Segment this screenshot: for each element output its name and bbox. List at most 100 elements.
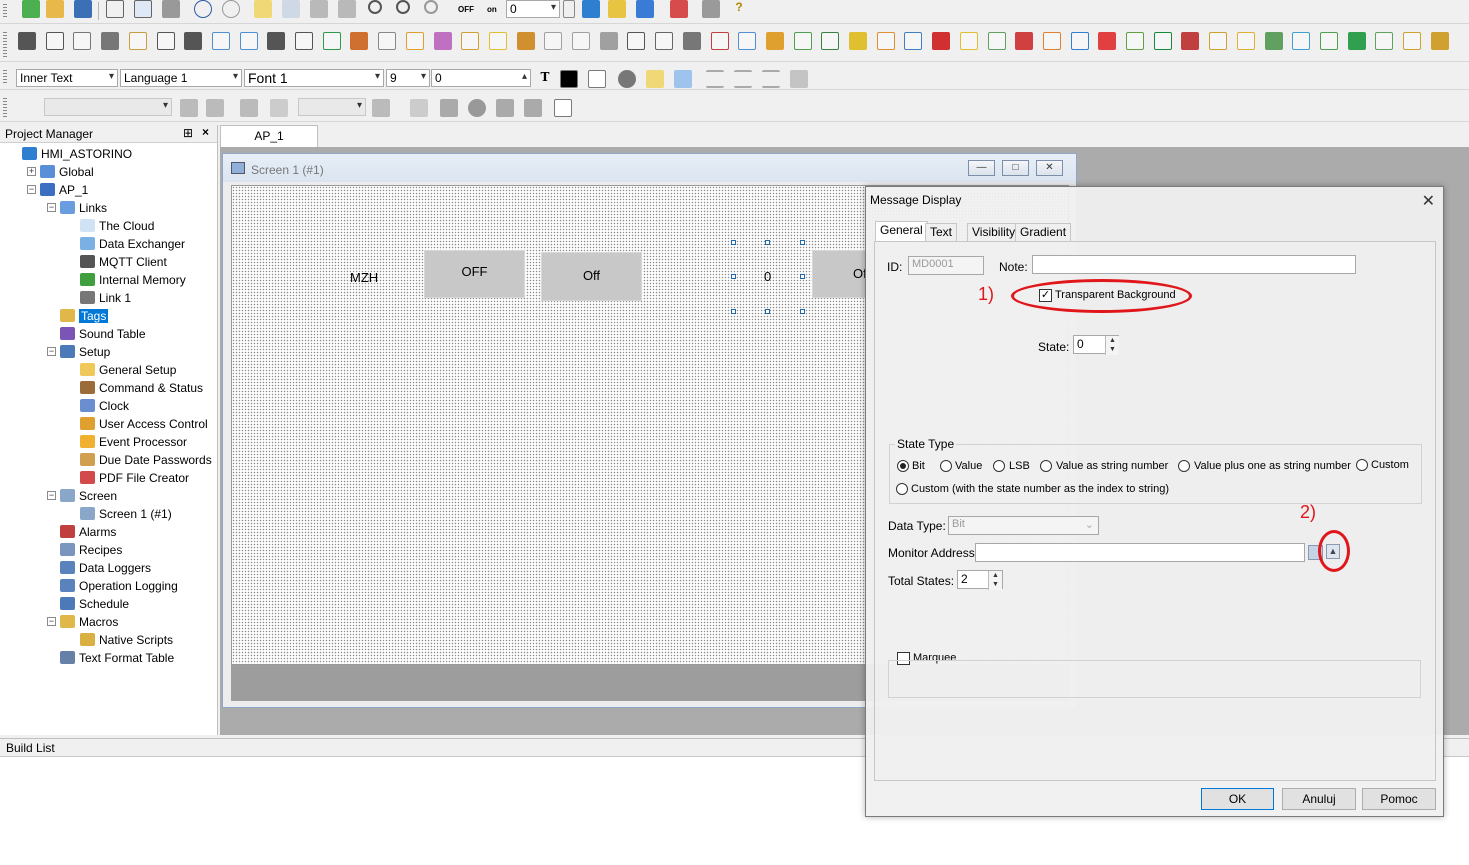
object-tool-icon[interactable] [765, 32, 784, 50]
tree-item[interactable]: Data Loggers [60, 559, 151, 576]
object-tool-icon[interactable] [101, 32, 120, 50]
format-icon-i[interactable] [496, 99, 514, 117]
object-tool-icon[interactable] [18, 32, 36, 50]
paste-icon[interactable] [162, 0, 180, 18]
tab-general[interactable]: General [875, 221, 928, 241]
object-tool-icon[interactable] [211, 32, 230, 50]
tab-visibility[interactable]: Visibility [967, 223, 1021, 241]
object-tool-icon[interactable] [904, 32, 923, 50]
selection-handle[interactable] [765, 240, 770, 245]
format-icon-k[interactable] [554, 99, 572, 117]
selection-handle[interactable] [800, 274, 805, 279]
format-icon-f[interactable] [410, 99, 428, 117]
object-tool-icon[interactable] [876, 32, 895, 50]
tree-item[interactable]: Global [40, 163, 94, 180]
object-tool-icon[interactable] [655, 32, 674, 50]
compile-icon[interactable] [636, 0, 654, 18]
tree-item[interactable]: General Setup [80, 361, 176, 378]
shape-icon[interactable] [618, 70, 636, 88]
format-icon-d[interactable] [270, 99, 288, 117]
selection-handle[interactable] [731, 240, 736, 245]
selection-handle[interactable] [800, 309, 805, 314]
radio-custom-index-label[interactable]: Custom (with the state number as the ind… [911, 483, 1169, 495]
new-project-icon[interactable] [22, 0, 40, 18]
copy-icon[interactable] [134, 0, 152, 18]
object-tool-icon[interactable] [1264, 32, 1283, 50]
format-icon-c[interactable] [240, 99, 258, 117]
tree-item[interactable]: PDF File Creator [80, 469, 189, 486]
format-icon-b[interactable] [206, 99, 224, 117]
tab-ap1[interactable]: AP_1 [220, 125, 318, 147]
object-tool-icon[interactable] [1015, 32, 1034, 50]
object-tool-icon[interactable] [1292, 32, 1311, 50]
tree-item[interactable]: HMI_ASTORINO [22, 145, 132, 162]
object-tool-icon[interactable] [267, 32, 286, 50]
object-tool-icon[interactable] [627, 32, 646, 50]
radio-lsb[interactable] [993, 460, 1005, 472]
object-tool-icon[interactable] [1098, 32, 1117, 50]
selection-handle[interactable] [800, 240, 805, 245]
screen-title-bar[interactable]: Screen 1 (#1) — □ ✕ [223, 154, 1076, 182]
toolbar-grip[interactable] [3, 98, 7, 117]
tree-item[interactable]: Screen [60, 487, 117, 504]
on-state-icon[interactable]: on [487, 5, 497, 14]
toolbar-grip[interactable] [3, 4, 7, 19]
format-icon-g[interactable] [440, 99, 458, 117]
transparent-text-icon[interactable]: T [536, 70, 554, 88]
tree-item[interactable]: Data Exchanger [80, 235, 185, 252]
redo-icon[interactable] [222, 0, 240, 18]
justify-left-icon[interactable] [706, 70, 724, 88]
object-tool-icon[interactable] [73, 32, 92, 50]
tree-item[interactable]: Macros [60, 613, 118, 630]
tree-expander[interactable]: − [47, 347, 56, 356]
tree-item[interactable]: Setup [60, 343, 110, 360]
zoom-out-icon[interactable] [396, 0, 410, 14]
object-tool-icon[interactable] [1070, 32, 1089, 50]
tree-item[interactable]: MQTT Client [80, 253, 167, 270]
note-field[interactable] [1032, 255, 1356, 274]
download-icon[interactable] [582, 0, 600, 18]
object-tool-icon[interactable] [544, 32, 563, 50]
object-tool-icon[interactable] [156, 32, 175, 50]
zoom-icon[interactable] [424, 0, 438, 14]
radio-custom-label[interactable]: Custom [1371, 459, 1409, 471]
object-tool-icon[interactable] [821, 32, 840, 50]
style-combo[interactable]: Inner Text ▾ [16, 69, 118, 87]
total-states-spinner[interactable]: ▲ ▼ [988, 571, 1002, 590]
radio-value-plus-one-label[interactable]: Value plus one as string number [1194, 460, 1351, 472]
object-tool-icon[interactable] [793, 32, 812, 50]
tree-item[interactable]: Link 1 [80, 289, 131, 306]
open-folder-icon[interactable] [46, 0, 64, 18]
upload-icon[interactable] [608, 0, 626, 18]
object-tool-icon[interactable] [572, 32, 590, 50]
object-tool-icon[interactable] [1403, 32, 1421, 50]
tree-item[interactable]: Alarms [60, 523, 116, 540]
tree-item[interactable]: Native Scripts [80, 631, 173, 648]
add-screen-icon[interactable] [254, 0, 272, 18]
font-size-combo[interactable]: 9 ▾ [386, 69, 430, 87]
bg-color-icon[interactable] [588, 70, 606, 88]
close-icon[interactable]: × [202, 125, 209, 139]
selection-handle[interactable] [765, 309, 770, 314]
tree-expander[interactable]: − [47, 617, 56, 626]
tree-item[interactable]: Text Format Table [60, 649, 174, 666]
minimize-icon[interactable]: — [968, 160, 995, 176]
align2-icon[interactable] [674, 70, 692, 88]
radio-bit[interactable] [897, 460, 909, 472]
justify-center-icon[interactable] [734, 70, 752, 88]
radio-bit-label[interactable]: Bit [912, 460, 925, 472]
fg-color-icon[interactable] [560, 70, 578, 88]
save-icon[interactable] [74, 0, 92, 18]
object-tool-icon[interactable] [1319, 32, 1338, 50]
object-tool-icon[interactable] [516, 32, 535, 50]
object-tool-icon[interactable] [959, 32, 978, 50]
tree-item[interactable]: Sound Table [60, 325, 146, 342]
object-tool-icon[interactable] [322, 32, 341, 50]
id-field[interactable]: MD0001 [908, 256, 984, 275]
tree-item[interactable]: User Access Control [80, 415, 208, 432]
data-type-select[interactable]: Bit ⌄ [948, 516, 1099, 535]
value-field[interactable]: 0 ▴ [431, 69, 531, 87]
justify-right-icon[interactable] [762, 70, 780, 88]
object-tool-icon[interactable] [1181, 32, 1200, 50]
tree-item[interactable]: Command & Status [80, 379, 203, 396]
